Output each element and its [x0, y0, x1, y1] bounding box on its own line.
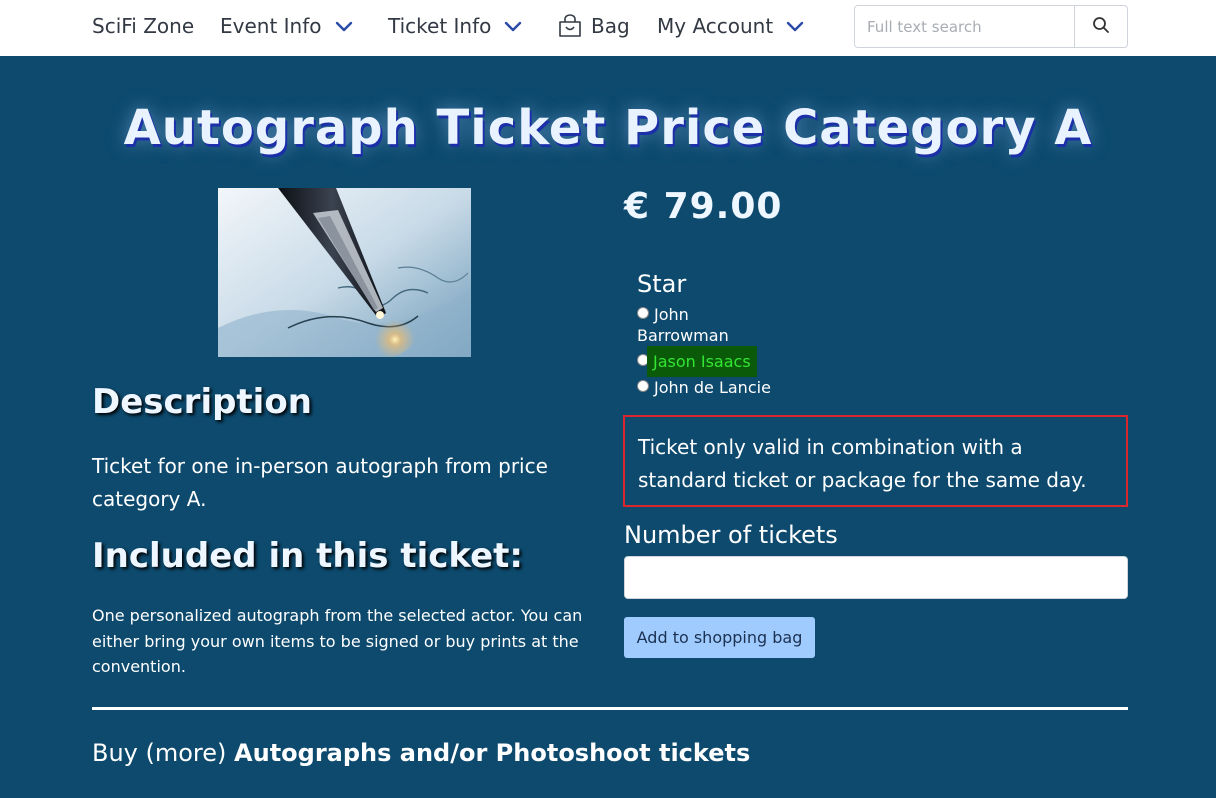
nav-ticket-info[interactable]: Ticket Info: [388, 14, 523, 38]
radio-label-john-barrowman-line1[interactable]: John: [654, 305, 689, 324]
nav-my-account[interactable]: My Account: [657, 14, 805, 38]
nav-bag-label: Bag: [591, 14, 630, 38]
buy-more-prefix: Buy (more): [92, 739, 235, 767]
included-text: One personalized autograph from the sele…: [92, 606, 583, 676]
top-navbar: SciFi Zone Event Info Ticket Info Bag My…: [0, 0, 1216, 56]
search-input[interactable]: [855, 6, 1074, 47]
price: € 79.00: [624, 186, 783, 227]
buy-more-bold: Autographs and/or Photoshoot tickets: [234, 739, 751, 767]
radio-john-de-lancie[interactable]: [637, 380, 649, 392]
radio-label-john-de-lancie[interactable]: John de Lancie: [654, 378, 771, 397]
included-heading: Included in this ticket:: [92, 536, 523, 576]
search-form: [854, 5, 1128, 48]
buy-more-link[interactable]: Buy (more) Autographs and/or Photoshoot …: [92, 739, 750, 767]
nav-event-info[interactable]: Event Info: [220, 14, 354, 38]
chevron-down-icon: [334, 16, 354, 36]
radio-label-jason-isaacs[interactable]: Jason Isaacs: [647, 346, 757, 377]
chevron-down-icon: [503, 16, 523, 36]
search-icon: [1092, 16, 1110, 37]
nav-my-account-label: My Account: [657, 14, 774, 38]
divider: [92, 707, 1128, 710]
description-text: Ticket for one in-person autograph from …: [92, 454, 548, 511]
description-heading: Description: [92, 382, 312, 422]
nav-ticket-info-label: Ticket Info: [388, 14, 492, 38]
nav-event-info-label: Event Info: [220, 14, 322, 38]
quantity-label: Number of tickets: [624, 521, 838, 549]
nav-bag[interactable]: Bag: [557, 14, 630, 38]
search-button[interactable]: [1074, 6, 1127, 47]
page-title: Autograph Ticket Price Category A: [123, 100, 1093, 156]
chevron-down-icon: [785, 16, 805, 36]
add-to-bag-button[interactable]: Add to shopping bag: [624, 617, 815, 658]
product-image: [218, 188, 471, 357]
brand-link[interactable]: SciFi Zone: [92, 14, 194, 38]
shopping-bag-icon: [557, 14, 583, 38]
validity-notice: Ticket only valid in combination with a …: [623, 415, 1128, 507]
radio-label-john-barrowman-line2[interactable]: Barrowman: [637, 326, 729, 345]
radio-john-barrowman[interactable]: [637, 307, 649, 319]
quantity-input[interactable]: [624, 556, 1128, 599]
star-label: Star: [637, 270, 687, 298]
